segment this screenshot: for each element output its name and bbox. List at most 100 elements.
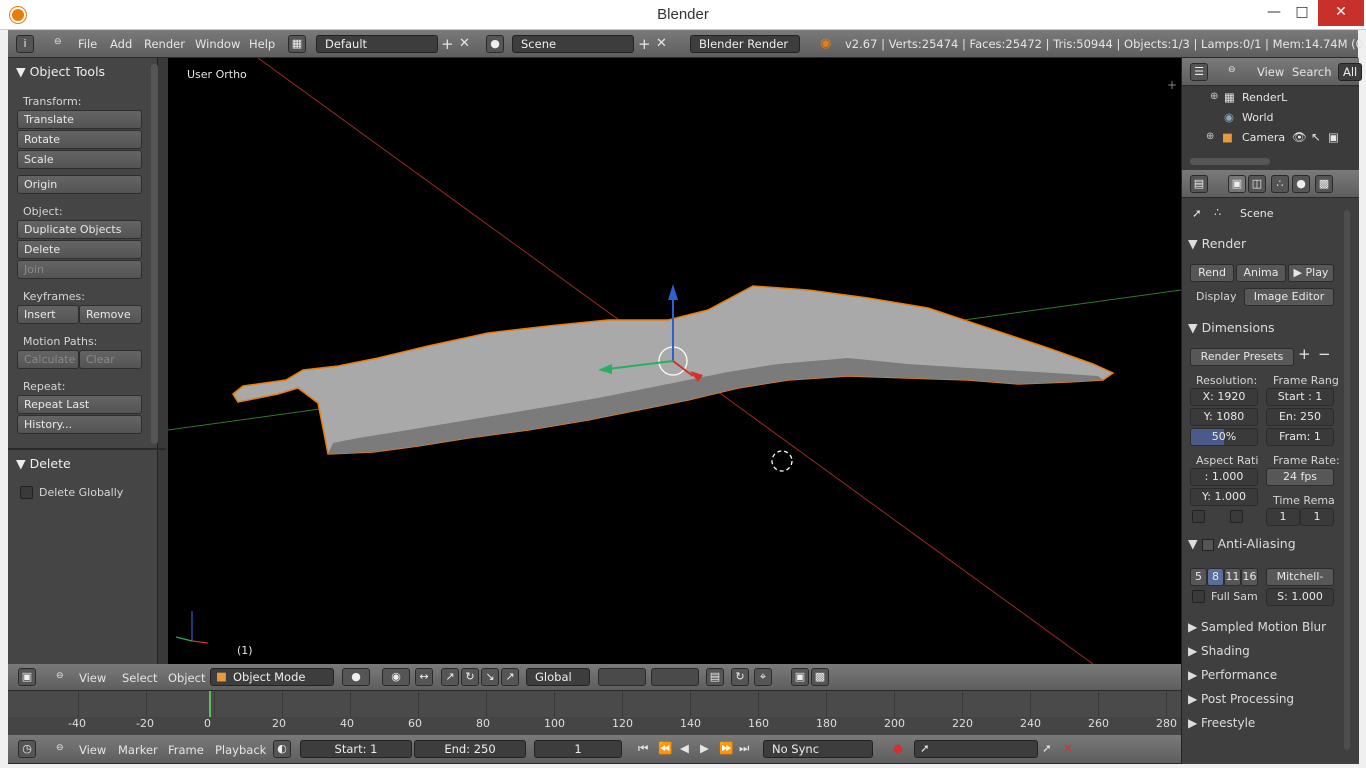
freestyle-section-header[interactable]: ▶ Freestyle [1188, 716, 1255, 730]
remove-preset-icon[interactable]: − [1318, 345, 1331, 363]
scene-layers-widget-2[interactable] [651, 668, 699, 686]
full-sample-checkbox[interactable] [1192, 590, 1205, 603]
history-button[interactable]: History... [17, 415, 142, 434]
delete-scene-icon[interactable]: ✕ [656, 36, 667, 51]
expand-renderlayers-icon[interactable]: ⊕ [1210, 91, 1218, 102]
renderability-camera-icon[interactable]: ▣ [1328, 130, 1339, 144]
selectability-cursor-icon[interactable]: ↖ [1311, 130, 1321, 144]
lock-layers-icon[interactable]: ▤ [706, 668, 724, 686]
start-frame-field[interactable]: Start: 1 [300, 740, 412, 758]
frame-end-field[interactable]: En: 250 [1266, 408, 1334, 426]
jump-end-icon[interactable]: ⏭ [739, 741, 749, 756]
snap-icon[interactable]: ⌖ [754, 668, 772, 686]
render-opengl-icon[interactable]: ▣ [791, 668, 809, 686]
origin-button[interactable]: Origin [17, 175, 142, 194]
add-preset-icon[interactable]: + [1298, 345, 1311, 363]
properties-scrollbar[interactable] [1344, 210, 1350, 750]
insert-keyframe-button[interactable]: Insert [17, 305, 79, 324]
outliner-scrollbar[interactable] [1190, 158, 1270, 165]
view3d-menu-select[interactable]: Select [122, 671, 157, 685]
motion-blur-section-header[interactable]: ▶ Sampled Motion Blur [1188, 620, 1326, 634]
manipulator-toggle-icon[interactable]: ↔ [415, 668, 433, 686]
timeline-track[interactable] [8, 691, 1181, 717]
render-opengl-anim-icon[interactable]: ▩ [811, 668, 829, 686]
play-icon[interactable]: ▶ [700, 741, 709, 755]
remove-keyframe-button[interactable]: Remove [79, 305, 142, 324]
jump-prev-keyframe-icon[interactable]: ⏪ [658, 741, 672, 755]
delete-screen-icon[interactable]: ✕ [459, 36, 470, 51]
resolution-x-field[interactable]: X: 1920 [1190, 388, 1258, 406]
play-animation-button[interactable]: ▶ Play [1288, 264, 1334, 282]
current-frame-marker[interactable] [209, 691, 211, 717]
operator-delete-header[interactable]: ▼ Delete [16, 456, 71, 471]
scene-field[interactable]: Scene [512, 35, 634, 53]
aa-samples-16[interactable]: 16 [1241, 568, 1258, 586]
repeat-last-button[interactable]: Repeat Last [17, 395, 142, 414]
scene-icon[interactable]: ● [486, 35, 504, 53]
aa-section-header[interactable]: ▼ Anti-Aliasing [1188, 536, 1296, 551]
frame-step-field[interactable]: Fram: 1 [1266, 428, 1334, 446]
object-tools-header[interactable]: ▼ Object Tools [16, 64, 105, 79]
rotate-button[interactable]: Rotate [17, 130, 142, 149]
join-button[interactable]: Join [17, 260, 142, 279]
jump-start-icon[interactable]: ⏮ [638, 741, 648, 756]
pivot-point-icon[interactable]: ◉ [382, 668, 410, 686]
timeline-editor-icon[interactable]: ◷ [18, 740, 36, 758]
aa-filter-select[interactable]: Mitchell- [1266, 568, 1334, 586]
outliner-editor-icon[interactable]: ☰ [1190, 63, 1208, 81]
aa-samples-5[interactable]: 5 [1190, 568, 1207, 586]
outliner-menu-search[interactable]: Search [1292, 65, 1332, 79]
outliner-item-world[interactable]: World [1242, 111, 1274, 124]
performance-section-header[interactable]: ▶ Performance [1188, 668, 1277, 682]
clear-button[interactable]: Clear [79, 350, 142, 369]
layers-tab-icon[interactable]: ◫ [1248, 175, 1266, 193]
world-tab-icon[interactable]: ● [1292, 175, 1310, 193]
border-checkbox[interactable] [1192, 510, 1205, 523]
view3d-menu-object[interactable]: Object [168, 671, 205, 685]
delete-keyframe-icon[interactable]: ✕ [1063, 741, 1073, 755]
render-section-header[interactable]: ▼ Render [1188, 236, 1246, 251]
outliner-item-renderlayers[interactable]: RenderL [1242, 91, 1287, 104]
transform-orientation-select[interactable]: Global [526, 668, 590, 686]
scale-manipulator-icon[interactable]: ↘ [481, 668, 499, 686]
calculate-button[interactable]: Calculate [17, 350, 79, 369]
object-mode-select[interactable]: Object Mode [210, 668, 334, 686]
scene-tab-icon[interactable]: ∴ [1271, 175, 1289, 193]
timeline-collapse-icon[interactable]: ⊖ [56, 743, 64, 753]
filter-size-field[interactable]: S: 1.000 [1266, 588, 1334, 606]
aa-enable-checkbox[interactable] [1201, 538, 1214, 551]
translate-button[interactable]: Translate [17, 110, 142, 129]
duplicate-objects-button[interactable]: Duplicate Objects [17, 220, 142, 239]
add-screen-icon[interactable]: + [441, 35, 454, 53]
screen-layout-field[interactable]: Default [316, 35, 438, 53]
scene-layers-widget[interactable] [598, 668, 646, 686]
delete-button[interactable]: Delete [17, 240, 142, 259]
outliner-collapse-icon[interactable]: ⊖ [1228, 65, 1236, 75]
render-image-button[interactable]: Rend [1190, 264, 1234, 282]
add-scene-icon[interactable]: + [638, 35, 651, 53]
sync-mode-select[interactable]: No Sync [763, 740, 873, 758]
frame-start-field[interactable]: Start : 1 [1266, 388, 1334, 406]
properties-editor-icon[interactable]: ▤ [1190, 175, 1208, 193]
end-frame-field[interactable]: End: 250 [414, 740, 526, 758]
close-button[interactable]: ✕ [1318, 0, 1364, 26]
render-tab-icon[interactable]: ▣ [1228, 175, 1246, 193]
timeline-menu-frame[interactable]: Frame [168, 743, 204, 757]
aspect-y-field[interactable]: Y: 1.000 [1190, 488, 1258, 506]
timeline-menu-view[interactable]: View [79, 743, 106, 757]
viewport-shading-icon[interactable]: ● [342, 668, 370, 686]
post-processing-section-header[interactable]: ▶ Post Processing [1188, 692, 1294, 706]
scale-button[interactable]: Scale [17, 150, 142, 169]
menu-help[interactable]: Help [249, 37, 275, 51]
collapse-menu-icon[interactable]: ⊖ [54, 37, 62, 47]
menu-add[interactable]: Add [110, 37, 132, 51]
aa-samples-8[interactable]: 8 [1207, 568, 1224, 586]
view3d-menu-view[interactable]: View [79, 671, 106, 685]
play-reverse-icon[interactable]: ◀ [680, 741, 689, 755]
dimensions-section-header[interactable]: ▼ Dimensions [1188, 320, 1275, 335]
record-keyframe-icon[interactable]: ● [893, 741, 903, 755]
jump-next-keyframe-icon[interactable]: ⏩ [719, 741, 733, 755]
translate-manipulator-icon[interactable]: ↗ [441, 668, 459, 686]
3d-viewport[interactable]: User Ortho (1) + [168, 58, 1181, 664]
menu-window[interactable]: Window [195, 37, 240, 51]
